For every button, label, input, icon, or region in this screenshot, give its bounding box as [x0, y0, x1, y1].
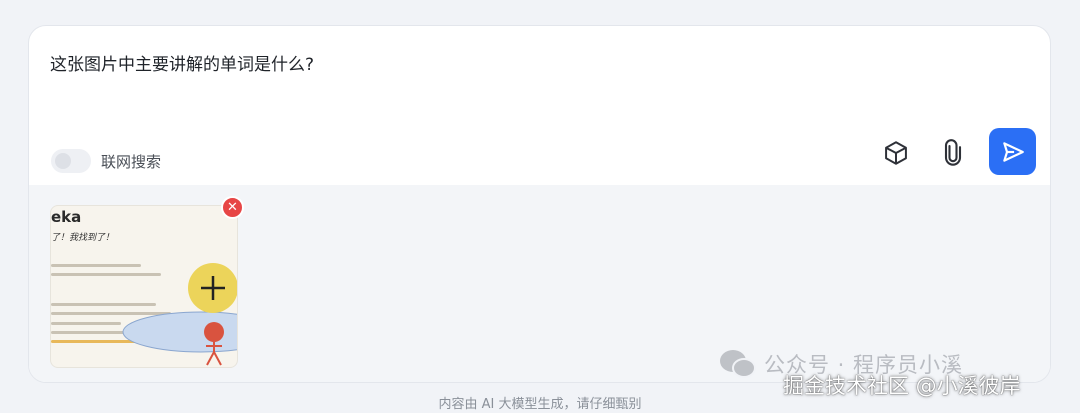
close-icon: ✕: [227, 200, 238, 215]
thumbnail-illustration: [122, 263, 237, 366]
web-search-toggle[interactable]: [51, 149, 91, 173]
send-button[interactable]: [989, 128, 1036, 175]
toggle-knob: [55, 153, 71, 169]
wechat-icon: [720, 350, 756, 378]
watermark-front-text: 掘金技术社区 @小溪彼岸: [783, 374, 1021, 398]
image-thumbnail[interactable]: eka 了！我找到了！: [50, 205, 238, 368]
web-search-label: 联网搜索: [101, 152, 162, 171]
attach-button[interactable]: [931, 131, 975, 175]
send-icon: [1002, 141, 1024, 162]
remove-attachment-button[interactable]: ✕: [221, 196, 244, 219]
paperclip-icon: [944, 139, 962, 166]
prompt-input[interactable]: 这张图片中主要讲解的单词是什么?: [50, 50, 314, 75]
cube-icon: [885, 141, 907, 165]
chat-input-card: 这张图片中主要讲解的单词是什么? 联网搜索 eka 了！我找到了！ ✕: [28, 25, 1051, 383]
model-select-button[interactable]: [874, 131, 918, 175]
web-search-toggle-group: 联网搜索: [51, 149, 161, 173]
